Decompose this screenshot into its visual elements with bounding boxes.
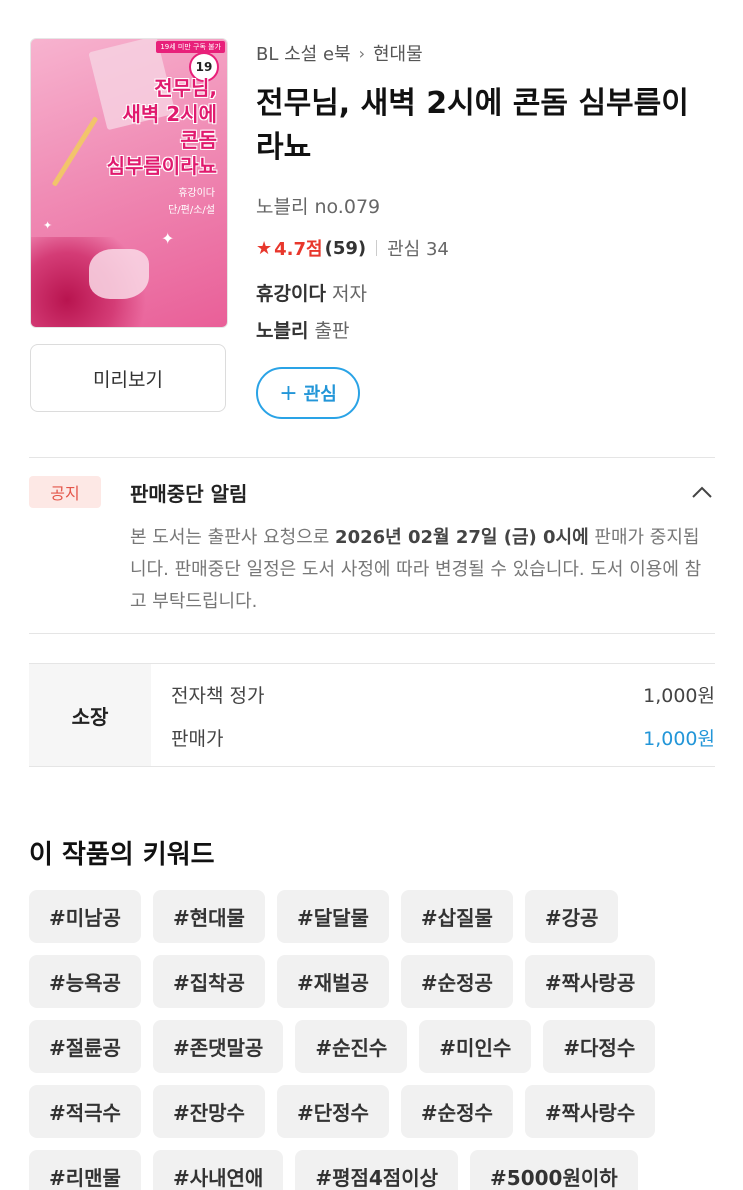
keyword-chip[interactable]: #절륜공 bbox=[29, 1020, 141, 1073]
keyword-chip[interactable]: #적극수 bbox=[29, 1085, 141, 1138]
list-price-label: 전자책 정가 bbox=[171, 685, 265, 707]
sparkle-icon: ✦ bbox=[161, 229, 175, 248]
keyword-chip[interactable]: #미인수 bbox=[419, 1020, 532, 1073]
list-price-value: 1,000원 bbox=[643, 685, 715, 707]
keyword-chip[interactable]: #집착공 bbox=[152, 955, 265, 1008]
keyword-chip[interactable]: #잔망수 bbox=[152, 1085, 265, 1138]
breadcrumb-category[interactable]: BL 소설 e북 bbox=[256, 40, 351, 66]
keyword-chip[interactable]: #평점4점이상 bbox=[295, 1150, 459, 1190]
notice-body: 본 도서는 출판사 요청으로 2026년 02월 27일 (금) 0시에 판매가… bbox=[130, 527, 702, 612]
divider bbox=[376, 240, 378, 256]
follow-button[interactable]: + 관심 bbox=[256, 367, 360, 419]
keyword-list: #미남공 #현대물 #달달물 #삽질물 #강공 #능욕공 #집착공 #재벌공 #… bbox=[29, 890, 719, 1190]
keyword-chip[interactable]: #다정수 bbox=[543, 1020, 656, 1073]
cover-pencil-illustration bbox=[51, 116, 99, 187]
chevron-up-icon[interactable] bbox=[690, 482, 714, 502]
preview-button[interactable]: 미리보기 bbox=[30, 344, 226, 412]
cover-series-text: 단/편/소/설 bbox=[168, 205, 215, 216]
publisher-role: 출판 bbox=[314, 320, 350, 342]
sale-price-label: 판매가 bbox=[171, 728, 224, 750]
keyword-chip[interactable]: #짝사랑수 bbox=[524, 1085, 656, 1138]
cover-author: 휴강이다 bbox=[178, 188, 215, 199]
keyword-chip[interactable]: #순정공 bbox=[400, 955, 513, 1008]
star-icon: ★ bbox=[256, 237, 273, 259]
keyword-chip[interactable]: #재벌공 bbox=[276, 955, 389, 1008]
keyword-chip[interactable]: #짝사랑공 bbox=[524, 955, 656, 1008]
keyword-chip[interactable]: #삽질물 bbox=[400, 890, 513, 943]
breadcrumb-subcategory[interactable]: 현대물 bbox=[373, 40, 423, 66]
plus-icon: + bbox=[279, 380, 298, 406]
keyword-chip[interactable]: #존댓말공 bbox=[152, 1020, 284, 1073]
keyword-chip[interactable]: #순정수 bbox=[400, 1085, 513, 1138]
purchase-type-label: 소장 bbox=[29, 664, 151, 766]
keyword-chip[interactable]: #미남공 bbox=[29, 890, 141, 943]
cover-image: ✦ ✦ 19세 미만 구독 불가 19 전무님, 새벽 2시에 콘돔 심부름이라… bbox=[30, 38, 228, 328]
keyword-chip[interactable]: #5000원이하 bbox=[470, 1150, 638, 1190]
sparkle-icon: ✦ bbox=[43, 219, 53, 232]
section-divider bbox=[29, 633, 715, 634]
rating-row: ★ 4.7점 (59) 관심 34 bbox=[256, 235, 449, 261]
cover-crumple-illustration bbox=[89, 249, 149, 299]
keyword-chip[interactable]: #능욕공 bbox=[29, 955, 141, 1008]
interest-count: 관심 34 bbox=[387, 239, 449, 260]
keyword-chip[interactable]: #단정수 bbox=[276, 1085, 389, 1138]
cover-age-ban-label: 19세 미만 구독 불가 bbox=[156, 41, 225, 53]
author-row: 휴강이다 저자 bbox=[256, 279, 367, 306]
book-cover[interactable]: ✦ ✦ 19세 미만 구독 불가 19 전무님, 새벽 2시에 콘돔 심부름이라… bbox=[30, 38, 228, 328]
sale-price-row: 판매가 1,000원 bbox=[171, 724, 715, 751]
publisher-name[interactable]: 노블리 bbox=[256, 320, 308, 342]
keywords-heading: 이 작품의 키워드 bbox=[29, 840, 215, 870]
notice-title: 판매중단 알림 bbox=[130, 482, 248, 506]
breadcrumb: BL 소설 e북 › 현대물 bbox=[256, 40, 423, 66]
notice-badge: 공지 bbox=[29, 476, 101, 508]
cover-title: 전무님, 새벽 2시에 콘돔 심부름이라뇨 bbox=[106, 76, 217, 178]
section-divider bbox=[29, 457, 715, 458]
list-price-row: 전자책 정가 1,000원 bbox=[171, 681, 715, 708]
rating-score: 4.7점 bbox=[274, 239, 323, 260]
keyword-chip[interactable]: #현대물 bbox=[152, 890, 265, 943]
author-role: 저자 bbox=[331, 283, 367, 305]
keyword-chip[interactable]: #사내연애 bbox=[152, 1150, 284, 1190]
price-table: 소장 전자책 정가 1,000원 판매가 1,000원 bbox=[29, 663, 715, 767]
keyword-chip[interactable]: #달달물 bbox=[276, 890, 389, 943]
keyword-chip[interactable]: #강공 bbox=[524, 890, 619, 943]
keyword-chip[interactable]: #리맨물 bbox=[29, 1150, 141, 1190]
chevron-right-icon: › bbox=[358, 43, 365, 63]
keyword-chip[interactable]: #순진수 bbox=[295, 1020, 408, 1073]
book-title: 전무님, 새벽 2시에 콘돔 심부름이라뇨 bbox=[256, 86, 689, 165]
sale-price-value: 1,000원 bbox=[643, 728, 715, 750]
series-link[interactable]: 노블리 no.079 bbox=[256, 192, 380, 219]
author-name[interactable]: 휴강이다 bbox=[256, 283, 326, 305]
publisher-row: 노블리 출판 bbox=[256, 316, 349, 343]
follow-label: 관심 bbox=[303, 384, 337, 405]
rating-count[interactable]: (59) bbox=[325, 238, 367, 259]
